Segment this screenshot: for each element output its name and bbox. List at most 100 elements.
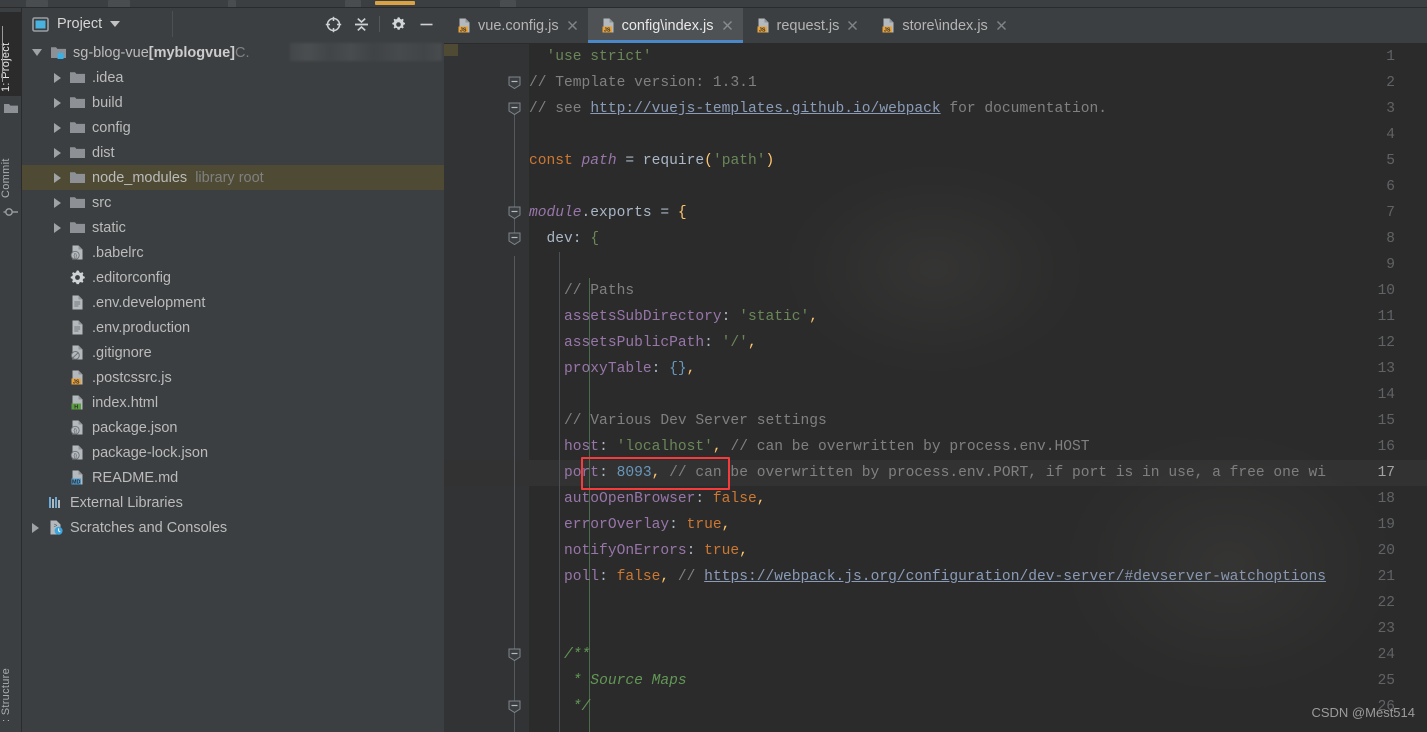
code-token (529, 647, 564, 663)
chevron-right-icon[interactable] (54, 148, 61, 158)
tree-row[interactable]: {}package.json (22, 415, 444, 440)
tree-row[interactable]: >Scratches and Consoles (22, 515, 444, 540)
tree-row[interactable]: External Libraries (22, 490, 444, 515)
chevron-right-icon[interactable] (54, 98, 61, 108)
code-token (529, 569, 564, 585)
code-token: module (529, 205, 582, 221)
tree-row-label: README.md (92, 470, 178, 486)
fold-toggle-icon[interactable] (508, 700, 521, 713)
fold-toggle-icon[interactable] (508, 648, 521, 661)
tree-row[interactable]: {}package-lock.json (22, 440, 444, 465)
chevron-right-icon[interactable] (54, 198, 61, 208)
js-file-icon: JS (600, 17, 615, 34)
gear-icon[interactable] (384, 10, 412, 38)
code-token[interactable]: https://webpack.js.org/configuration/dev… (704, 569, 1326, 585)
tree-row-annotation: library root (187, 170, 264, 186)
editor-tab[interactable]: JSstore\index.js (868, 8, 1016, 43)
toolbar-chip[interactable] (26, 0, 48, 8)
tree-row[interactable]: JS.postcssrc.js (22, 365, 444, 390)
chevron-right-icon[interactable] (54, 223, 61, 233)
tree-row[interactable]: static (22, 215, 444, 240)
fold-toggle-icon[interactable] (508, 206, 521, 219)
fold-toggle-icon[interactable] (508, 102, 521, 115)
minimize-icon[interactable] (412, 10, 440, 38)
tree-row[interactable]: .idea (22, 65, 444, 90)
code-line: 'use strict' (529, 44, 652, 70)
code-token: , (739, 543, 748, 559)
tree-row[interactable]: dist (22, 140, 444, 165)
editor-tab[interactable]: JSvue.config.js (444, 8, 588, 43)
code-token: , (757, 491, 766, 507)
fold-toggle-icon[interactable] (508, 76, 521, 89)
locate-icon[interactable] (319, 10, 347, 38)
code-token: { (678, 205, 687, 221)
collapse-all-icon[interactable] (347, 10, 375, 38)
tree-row[interactable]: .editorconfig (22, 265, 444, 290)
close-icon[interactable] (721, 19, 734, 32)
folder-icon (69, 94, 86, 111)
sidebar-item-commit[interactable]: Commit (0, 136, 22, 202)
code-token: : (573, 231, 591, 247)
toolbar-chip[interactable] (108, 0, 130, 8)
module-folder-icon (50, 44, 67, 61)
tree-row[interactable]: config (22, 115, 444, 140)
code-token (529, 413, 564, 429)
chevron-down-icon[interactable] (110, 21, 120, 27)
close-icon[interactable] (566, 19, 579, 32)
code-token: // Paths (564, 283, 634, 299)
libraries-icon (47, 494, 64, 511)
code-token: : (652, 361, 670, 377)
run-config-chip[interactable] (375, 1, 415, 5)
code-token (529, 465, 564, 481)
editor-tab-bar[interactable]: JSvue.config.jsJSconfig\index.jsJSreques… (444, 8, 1427, 44)
tree-row[interactable]: {} .babelrc (22, 240, 444, 265)
js-file-icon: JS (880, 17, 895, 34)
tree-spacer (54, 473, 61, 483)
code-content: 'use strict'// Template version: 1.3.1//… (529, 44, 1427, 732)
tree-row[interactable]: sg-blog-vue [myblogvue] C. (22, 40, 444, 65)
tree-row[interactable]: Hindex.html (22, 390, 444, 415)
project-file-tree[interactable]: sg-blog-vue [myblogvue] C..idea build conf… (22, 40, 444, 732)
toolbar-chip[interactable] (228, 0, 236, 8)
ide-window: 1: Project Commit : Structure (0, 0, 1427, 732)
project-panel-title: Project (57, 16, 102, 32)
svg-text:JS: JS (758, 28, 765, 34)
tree-spacer (54, 248, 61, 258)
sidebar-item-structure[interactable]: : Structure (0, 648, 22, 726)
tree-spacer (54, 373, 61, 383)
code-line: /** (529, 642, 590, 668)
fold-toggle-icon[interactable] (508, 232, 521, 245)
chevron-right-icon[interactable] (54, 123, 61, 133)
tree-row-label: .babelrc (92, 245, 144, 261)
chevron-right-icon[interactable] (54, 173, 61, 183)
chevron-right-icon[interactable] (54, 73, 61, 83)
tree-row[interactable]: node_modules library root (22, 165, 444, 190)
chevron-right-icon[interactable] (32, 523, 39, 533)
tree-row[interactable]: .env.production (22, 315, 444, 340)
tree-row[interactable]: src (22, 190, 444, 215)
caret-marker (444, 44, 458, 56)
tree-row[interactable]: MDREADME.md (22, 465, 444, 490)
sidebar-item-project[interactable]: 1: Project (0, 12, 22, 96)
toolbar-chip[interactable] (345, 0, 361, 8)
tree-row[interactable]: .gitignore (22, 340, 444, 365)
code-editor[interactable]: 1234567891011121314151617181920212223242… (444, 44, 1427, 732)
code-token[interactable]: http://vuejs-templates.github.io/webpack (590, 101, 940, 117)
redacted-path (290, 43, 442, 61)
code-token (529, 517, 564, 533)
tree-row-label: node_modules (92, 170, 187, 186)
editor-tab[interactable]: JSrequest.js (743, 8, 869, 43)
json-file-icon: {} (69, 244, 86, 261)
tree-spacer (54, 423, 61, 433)
close-icon[interactable] (995, 19, 1008, 32)
project-tool-window: Project (22, 8, 444, 732)
tree-row-label: package.json (92, 420, 177, 436)
tree-row-label: build (92, 95, 123, 111)
tree-row[interactable]: build (22, 90, 444, 115)
chevron-down-icon[interactable] (32, 49, 42, 56)
toolbar-chip[interactable] (500, 0, 516, 8)
tree-row[interactable]: .env.development (22, 290, 444, 315)
editor-tab[interactable]: JSconfig\index.js (588, 8, 743, 43)
close-icon[interactable] (846, 19, 859, 32)
code-token: , (660, 569, 669, 585)
